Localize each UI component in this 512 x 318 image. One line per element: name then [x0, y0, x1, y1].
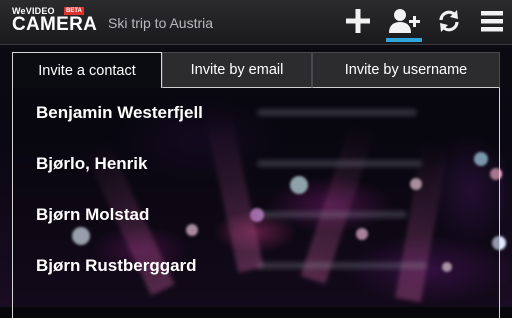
invite-user-button[interactable]: [386, 4, 422, 42]
contact-row[interactable]: Benjamin Westerfjell: [13, 88, 499, 138]
contact-detail-blurred: [257, 211, 407, 218]
tab-invite-email[interactable]: Invite by email: [162, 52, 312, 88]
contact-row[interactable]: Bjørn Molstad: [13, 190, 499, 240]
contact-list: Benjamin Westerfjell Bjørlo, Henrik Bjør…: [12, 88, 500, 318]
add-button[interactable]: [340, 4, 376, 38]
project-title: Ski trip to Austria: [108, 15, 214, 31]
menu-button[interactable]: [474, 4, 510, 38]
sync-button[interactable]: [431, 4, 467, 38]
sync-icon: [439, 10, 459, 32]
contact-detail-blurred: [257, 160, 422, 167]
logo-main-text: CAMERA: [12, 14, 98, 35]
tab-invite-contact[interactable]: Invite a contact: [12, 52, 162, 88]
tab-invite-username[interactable]: Invite by username: [312, 52, 500, 88]
menu-icon: [481, 11, 503, 32]
plus-icon: [346, 9, 370, 33]
action-bar: WeVIDEO BETA CAMERA Ski trip to Austria: [0, 0, 512, 45]
contact-detail-blurred: [257, 262, 427, 269]
contact-row[interactable]: Bjørn Rustberggard: [13, 241, 499, 291]
add-user-icon: [389, 9, 420, 33]
contact-row[interactable]: Bjørlo, Henrik: [13, 139, 499, 189]
contact-name: Benjamin Westerfjell: [36, 103, 203, 122]
contact-name: Bjørlo, Henrik: [36, 154, 148, 173]
wevideo-camera-logo: WeVIDEO BETA CAMERA: [12, 6, 102, 36]
contact-name: Bjørn Rustberggard: [36, 256, 197, 275]
contact-detail-blurred: [257, 109, 417, 116]
contact-name: Bjørn Molstad: [36, 205, 150, 224]
